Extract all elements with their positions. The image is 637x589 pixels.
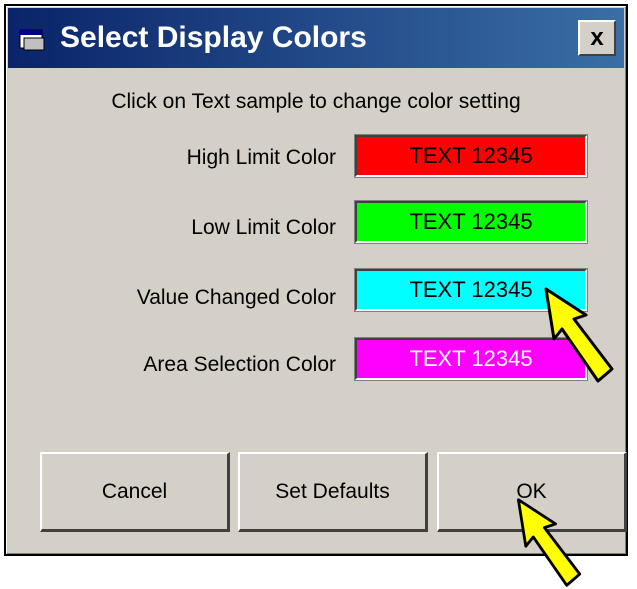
high-limit-color-sample[interactable]: TEXT 12345 (354, 134, 588, 178)
close-button[interactable]: x (578, 20, 616, 56)
value-changed-color-sample[interactable]: TEXT 12345 (354, 268, 588, 312)
window-icon (19, 29, 45, 51)
set-defaults-button[interactable]: Set Defaults (238, 452, 428, 532)
instruction-text: Click on Text sample to change color set… (111, 90, 521, 113)
ok-button[interactable]: OK (437, 452, 627, 532)
value-changed-label: Value Changed Color (136, 286, 336, 309)
area-selection-label: Area Selection Color (143, 353, 336, 376)
select-display-colors-dialog: Select Display Colors x Click on Text sa… (4, 4, 628, 556)
cancel-button[interactable]: Cancel (40, 452, 230, 532)
high-limit-label: High Limit Color (186, 146, 336, 169)
title-bar[interactable]: Select Display Colors x (8, 8, 624, 68)
area-selection-color-sample[interactable]: TEXT 12345 (354, 337, 588, 381)
low-limit-label: Low Limit Color (191, 216, 336, 239)
low-limit-color-sample[interactable]: TEXT 12345 (354, 200, 588, 244)
close-icon: x (590, 24, 604, 51)
window-title: Select Display Colors (60, 21, 367, 54)
